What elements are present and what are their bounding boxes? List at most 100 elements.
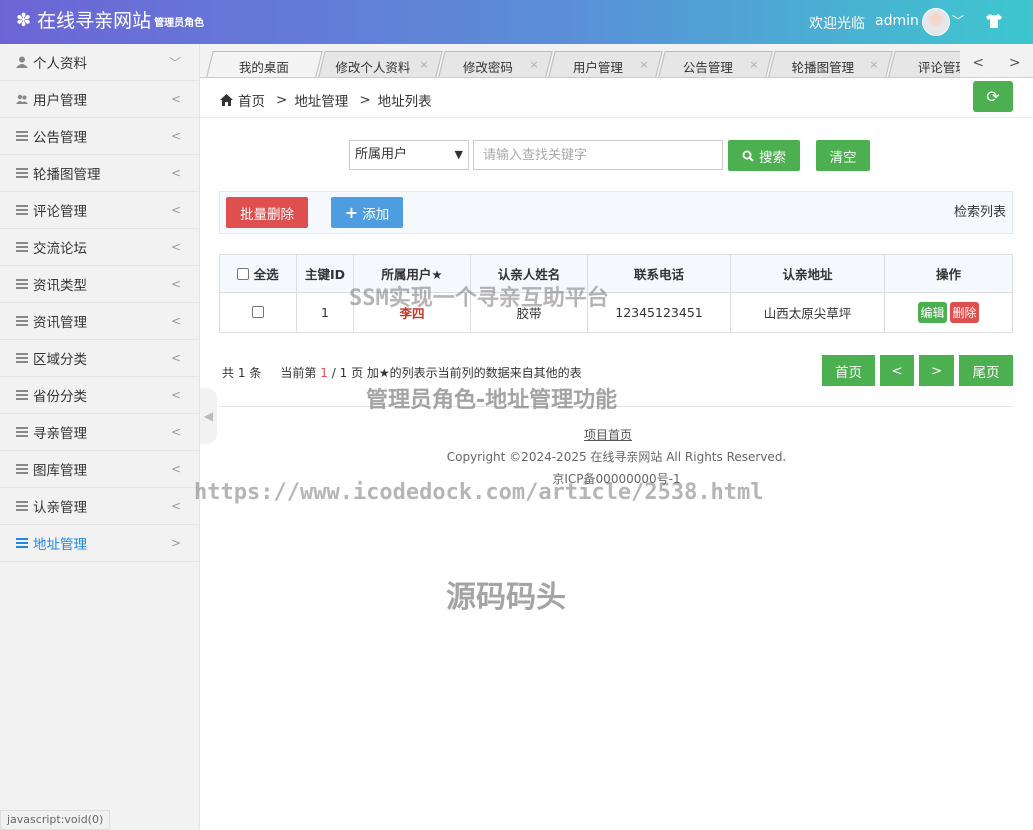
sidebar-item-region[interactable]: 区域分类 < <box>0 340 199 377</box>
last-page-button[interactable]: 尾页 <box>959 355 1013 386</box>
breadcrumb-level2: 地址列表 <box>377 94 432 110</box>
first-page-button[interactable]: 首页 <box>822 355 875 386</box>
column-header: 操作 <box>884 254 1013 293</box>
search-input[interactable] <box>473 140 723 170</box>
tshirt-theme-icon[interactable] <box>984 11 1004 31</box>
sidebar-item-province[interactable]: 省份分类 < <box>0 377 199 414</box>
delete-button[interactable]: 删除 <box>950 302 979 323</box>
tab-user-manage[interactable]: 用户管理 × <box>548 51 663 77</box>
search-button-label: 搜索 <box>759 149 786 166</box>
sidebar: 个人资料 ﹀ 用户管理 < 公告管理 < 轮播图管理 < 评论管理 < 交流论坛… <box>0 44 200 830</box>
close-icon[interactable]: × <box>749 58 758 71</box>
home-icon <box>220 94 233 106</box>
tab-label: 我的桌面 <box>238 60 289 75</box>
sidebar-item-news[interactable]: 资讯管理 < <box>0 303 199 340</box>
avatar[interactable] <box>922 8 950 36</box>
chevron-left-icon: < <box>170 499 181 513</box>
row-checkbox[interactable] <box>252 306 264 318</box>
sidebar-item-label: 资讯类型 <box>33 278 87 294</box>
sidebar-item-notice[interactable]: 公告管理 < <box>0 118 199 155</box>
role-label: 管理员角色 <box>154 18 205 29</box>
sidebar-item-label: 个人资料 <box>33 56 87 72</box>
add-button-label: 添加 <box>362 206 390 223</box>
sidebar-item-news-type[interactable]: 资讯类型 < <box>0 266 199 303</box>
list-icon <box>16 352 28 364</box>
close-icon[interactable]: × <box>639 58 648 71</box>
sidebar-item-profile[interactable]: 个人资料 ﹀ <box>0 44 199 81</box>
pager-note: 加★的列表示当前列的数据来自其他的表 <box>366 366 582 380</box>
refresh-icon: ⟳ <box>986 87 1000 106</box>
chevron-left-icon: < <box>170 277 181 291</box>
status-bar-url: javascript:void(0) <box>0 810 111 830</box>
column-header: 认亲地址 <box>730 254 885 293</box>
list-icon <box>16 278 28 290</box>
tab-label: 修改密码 <box>462 60 513 75</box>
sidebar-item-gallery[interactable]: 图库管理 < <box>0 451 199 488</box>
breadcrumb-bar: 首页 > 地址管理 > 地址列表 ⟳ <box>200 78 1033 118</box>
column-header: 主键ID <box>296 254 354 293</box>
current-prefix: 当前第 <box>280 366 317 380</box>
breadcrumb-home[interactable]: 首页 <box>238 90 265 110</box>
brand[interactable]: ✽ 在线寻亲网站 管理员角色 <box>16 9 204 33</box>
search-button[interactable]: 搜索 <box>728 140 800 171</box>
chevron-left-icon: < <box>170 240 181 254</box>
sidebar-item-label: 资讯管理 <box>33 315 87 331</box>
tab-carousel-manage[interactable]: 轮播图管理 × <box>768 51 893 77</box>
watermark-url: https://www.icodedock.com/article/2538.h… <box>194 480 764 505</box>
close-icon[interactable]: × <box>419 58 428 71</box>
chevron-down-icon[interactable]: ﹀ <box>952 12 964 29</box>
pages-suffix: 页 <box>351 366 364 380</box>
tab-label: 用户管理 <box>572 60 623 75</box>
sidebar-item-comments[interactable]: 评论管理 < <box>0 192 199 229</box>
site-title: 在线寻亲网站 <box>37 10 152 32</box>
sidebar-item-label: 用户管理 <box>33 93 87 109</box>
chevron-left-icon: < <box>170 129 181 143</box>
search-icon <box>742 150 754 162</box>
breadcrumb-level1[interactable]: 地址管理 <box>294 90 348 110</box>
table-row: 1 李四 胶带 12345123451 山西太原尖草坪 编辑 删除 <box>219 292 1013 333</box>
tab-edit-profile[interactable]: 修改个人资料 × <box>318 51 443 77</box>
list-icon <box>16 463 28 475</box>
sidebar-item-label: 图库管理 <box>33 463 87 479</box>
sidebar-collapse-handle[interactable]: ◀ <box>200 388 217 444</box>
next-page-button[interactable]: > <box>919 355 954 386</box>
cell-actions: 编辑 删除 <box>884 292 1013 333</box>
sidebar-item-address[interactable]: 地址管理 > <box>0 525 199 562</box>
page-separator: / <box>331 366 336 380</box>
tab-label: 轮播图管理 <box>791 60 855 75</box>
close-icon[interactable]: × <box>529 58 538 71</box>
sidebar-item-recognize[interactable]: 认亲管理 < <box>0 488 199 525</box>
edit-button[interactable]: 编辑 <box>918 302 947 323</box>
list-icon <box>16 500 28 512</box>
username-menu[interactable]: admin <box>875 13 919 29</box>
list-title: 检索列表 <box>953 205 1006 220</box>
add-button[interactable]: + 添加 <box>331 197 403 228</box>
clear-button[interactable]: 清空 <box>816 140 870 171</box>
total-suffix: 条 <box>249 366 262 380</box>
select-all-checkbox[interactable] <box>237 268 250 280</box>
list-icon <box>16 389 28 401</box>
tab-desktop[interactable]: 我的桌面 <box>206 51 323 77</box>
select-all-header[interactable]: 全选 <box>219 254 297 293</box>
sidebar-item-label: 区域分类 <box>33 352 87 368</box>
project-home-link[interactable]: 项目首页 <box>584 426 632 443</box>
sidebar-item-carousel[interactable]: 轮播图管理 < <box>0 155 199 192</box>
sidebar-item-users[interactable]: 用户管理 < <box>0 81 199 118</box>
tab-notice-manage[interactable]: 公告管理 × <box>658 51 773 77</box>
tab-change-password[interactable]: 修改密码 × <box>438 51 553 77</box>
tab-next-button[interactable]: > <box>1009 55 1021 71</box>
refresh-button[interactable]: ⟳ <box>973 81 1013 112</box>
plus-icon: + <box>344 203 359 222</box>
tab-prev-button[interactable]: < <box>972 55 984 71</box>
batch-delete-button[interactable]: 批量删除 <box>226 197 308 228</box>
sidebar-item-forum[interactable]: 交流论坛 < <box>0 229 199 266</box>
chevron-left-icon: < <box>170 203 181 217</box>
list-icon <box>16 167 28 179</box>
sidebar-item-search-family[interactable]: 寻亲管理 < <box>0 414 199 451</box>
search-field-select[interactable]: 所属用户 ▼ <box>349 140 469 170</box>
total-count: 1 <box>237 366 246 380</box>
close-icon[interactable]: × <box>869 58 878 71</box>
clear-button-label: 清空 <box>829 149 857 166</box>
prev-page-button[interactable]: < <box>880 355 914 386</box>
list-toolbar: 批量删除 + 添加 检索列表 <box>219 191 1013 234</box>
